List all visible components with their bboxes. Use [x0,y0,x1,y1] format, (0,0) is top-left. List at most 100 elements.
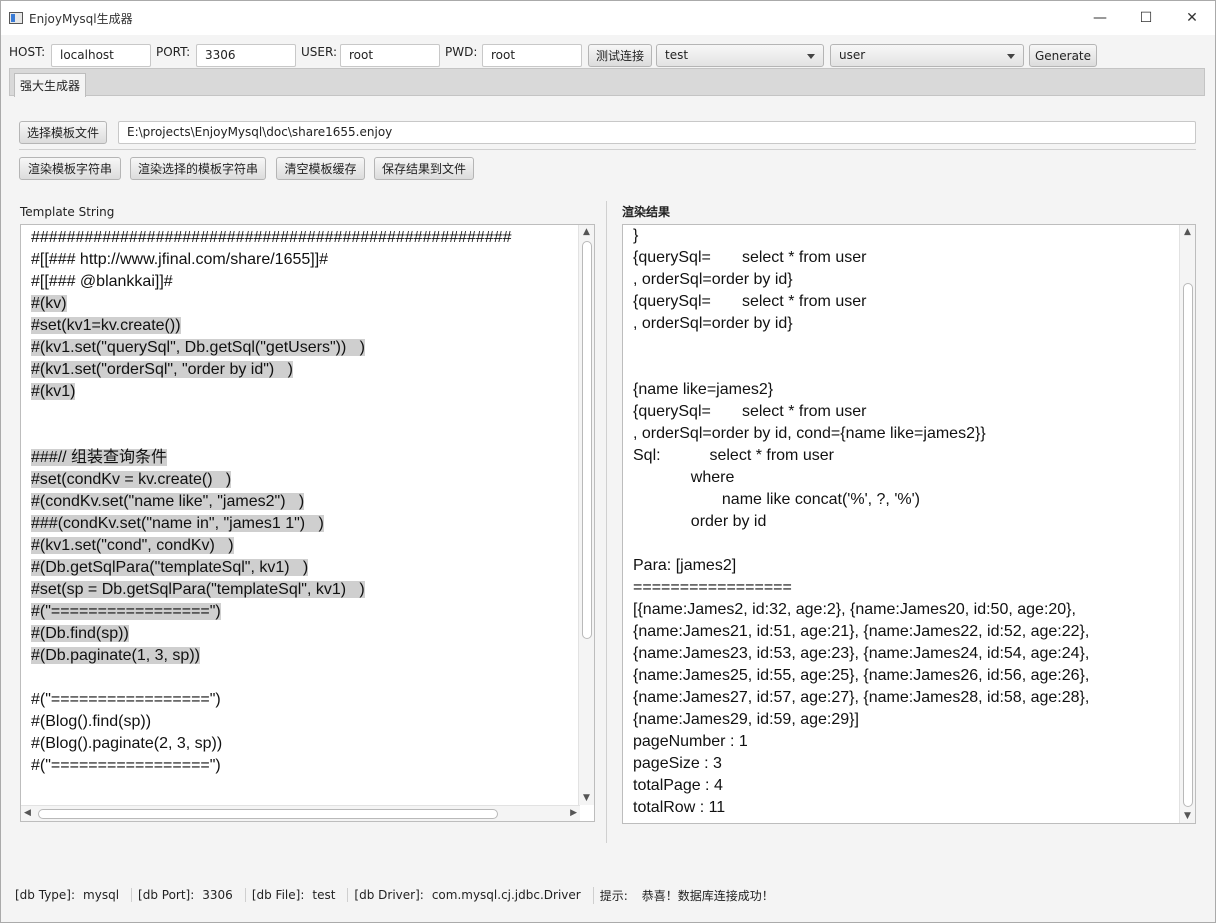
scroll-up-icon[interactable]: ▲ [1184,227,1191,237]
result-line: name like concat('%', ?, '%') [633,491,920,508]
template-line: #[[### @blankkai]]# [31,271,512,293]
result-line: pageNumber : 1 [633,733,748,750]
table-select-value: user [839,48,866,62]
template-line: ###// 组装查询条件 [31,447,512,469]
result-view[interactable]: } {querySql= select * from user , orderSql… [622,224,1196,824]
template-line-text: #("=================") [31,691,221,708]
template-line: #(Blog().find(sp)) [31,711,512,733]
split-divider[interactable] [606,201,607,843]
result-label: 渲染结果 [622,205,671,219]
maximize-button[interactable]: ☐ [1123,1,1169,35]
result-line: order by id [633,513,767,530]
result-line: pageSize : 3 [633,755,722,772]
save-result-button[interactable]: 保存结果到文件 [374,157,474,180]
tab-strip: 强大生成器 [9,68,1205,97]
scroll-right-icon[interactable]: ▶ [570,808,577,818]
port-input[interactable]: 3306 [196,44,296,67]
table-select[interactable]: user [830,44,1024,67]
template-line: #set(condKv = kv.create() ) [31,469,512,491]
template-line: #(Db.paginate(1, 3, sp)) [31,645,512,667]
choose-template-button[interactable]: 选择模板文件 [19,121,107,144]
status-hint-label: 提示: [599,888,628,903]
result-line: {querySql= select * from user [633,249,867,266]
test-connection-button[interactable]: 测试连接 [588,44,652,67]
chevron-down-icon [807,54,815,59]
template-line: #(kv1.set("cond", condKv) ) [31,535,512,557]
result-line [633,357,1089,379]
status-db-port-label: [db Port]: [138,888,195,902]
generate-button[interactable]: Generate [1029,44,1097,67]
template-line-text: #[[### @blankkai]]# [31,273,173,290]
app-window: EnjoyMysql生成器 — ☐ ✕ HOST: localhost PORT… [0,0,1216,923]
result-line: totalPage : 4 [633,777,723,794]
template-line: #(kv1.set("querySql", Db.getSql("getUser… [31,337,512,359]
template-line-text: #(condKv.set("name like", "james2") ) [31,493,305,510]
render-template-button[interactable]: 渲染模板字符串 [19,157,121,180]
template-line: #(condKv.set("name like", "james2") ) [31,491,512,513]
user-input[interactable]: root [340,44,440,67]
template-line-text: #("=================") [31,603,221,620]
result-line: {name:James27, id:57, age:27}, {name:Jam… [633,689,1090,706]
host-label: HOST: [9,45,46,59]
template-line-text: #(kv1.set("cond", condKv) ) [31,537,234,554]
result-line: ================= [633,579,792,596]
result-line: {querySql= select * from user [633,403,867,420]
result-line: [{name:James2, id:32, age:2}, {name:Jame… [633,601,1076,618]
status-db-type: [db Type]: mysql [9,888,131,902]
scroll-down-icon[interactable]: ▼ [1184,811,1191,821]
template-line: #(kv1) [31,381,512,403]
close-icon: ✕ [1186,10,1198,26]
app-icon [9,12,23,24]
result-line: {name:James25, id:55, age:25}, {name:Jam… [633,667,1090,684]
template-line: #("=================") [31,601,512,623]
template-hscroll-thumb[interactable] [38,809,498,819]
window-title: EnjoyMysql生成器 [29,11,133,26]
template-line [31,667,512,689]
pwd-input[interactable]: root [482,44,582,67]
render-selected-button[interactable]: 渲染选择的模板字符串 [130,157,266,180]
maximize-icon: ☐ [1139,10,1153,26]
result-line: , orderSql=order by id, cond={name like=… [633,425,986,442]
chevron-down-icon [1007,54,1015,59]
host-input[interactable]: localhost [51,44,151,67]
template-line-text: #(Db.getSqlPara("templateSql", kv1) ) [31,559,309,576]
template-hscrollbar[interactable]: ◀ ▶ [21,805,580,821]
template-vscrollbar[interactable]: ▲ ▼ [578,225,594,805]
clear-cache-button[interactable]: 清空模板缓存 [276,157,365,180]
close-button[interactable]: ✕ [1169,1,1215,35]
template-line: #set(kv1=kv.create()) [31,315,512,337]
status-db-file-label: [db File]: [251,888,305,902]
port-label: PORT: [156,45,191,59]
template-line-text: #set(kv1=kv.create()) [31,317,181,334]
template-line [31,425,512,447]
template-editor-label: Template String [20,205,115,219]
template-vscroll-thumb[interactable] [582,241,592,639]
status-bar: [db Type]: mysql [db Port]: 3306 [db File]… [9,885,786,905]
template-path-input[interactable]: E:\projects\EnjoyMysql\doc\share1655.enj… [118,121,1196,144]
result-line: Sql: select * from user [633,447,834,464]
scroll-down-icon[interactable]: ▼ [583,793,590,803]
result-text[interactable]: } {querySql= select * from user , orderSql… [633,225,1089,819]
divider [19,149,1196,150]
scroll-up-icon[interactable]: ▲ [583,227,590,237]
scroll-left-icon[interactable]: ◀ [24,808,31,818]
template-code[interactable]: ########################################… [31,227,512,777]
template-line: #(Blog().paginate(2, 3, sp)) [31,733,512,755]
template-line [31,403,512,425]
tab-generator[interactable]: 强大生成器 [14,73,86,97]
template-line: ########################################… [31,227,512,249]
result-vscroll-thumb[interactable] [1183,283,1193,807]
status-db-driver: [db Driver]: com.mysql.cj.jdbc.Driver [347,888,592,902]
template-editor[interactable]: ########################################… [20,224,595,822]
database-select[interactable]: test [656,44,824,67]
status-db-port-value: 3306 [202,888,233,902]
result-line: Para: [james2] [633,557,737,574]
template-line-text: ###// 组装查询条件 [31,449,168,466]
result-line [633,335,1089,357]
result-line [633,533,1089,555]
status-db-file: [db File]: test [244,888,348,902]
template-line: #[[### http://www.jfinal.com/share/1655]… [31,249,512,271]
result-vscrollbar[interactable]: ▲ ▼ [1179,225,1195,823]
status-hint-value: 恭喜！数据库连接成功！ [641,888,774,903]
minimize-button[interactable]: — [1077,1,1123,35]
